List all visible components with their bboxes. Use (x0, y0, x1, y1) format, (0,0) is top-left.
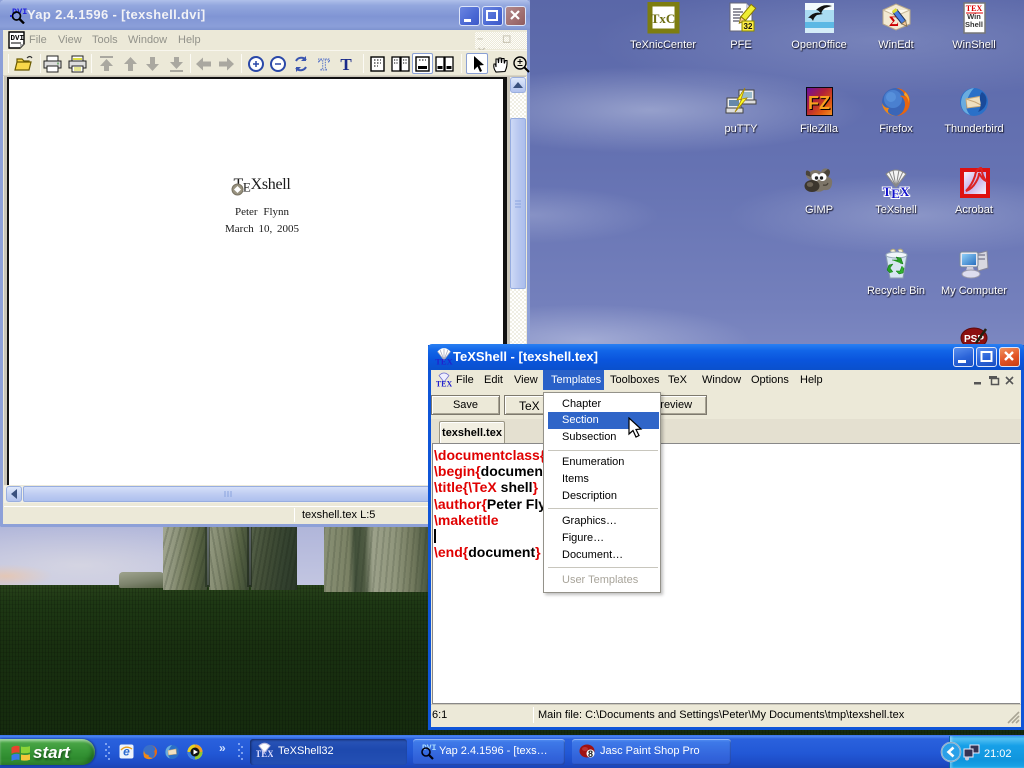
svg-text:FZ: FZ (808, 93, 830, 113)
svg-text:8: 8 (588, 749, 593, 759)
svg-text:32: 32 (743, 22, 752, 31)
svg-text:TEX: TEX (882, 184, 909, 200)
svg-text:TEX: TEX (436, 380, 452, 389)
svg-text:T: T (340, 55, 352, 74)
svg-text:Shell: Shell (965, 20, 983, 29)
svg-text:TEX: TEX (435, 357, 453, 367)
svg-text:T: T (318, 55, 330, 74)
svg-text:TxC: TxC (650, 11, 675, 26)
svg-text:DVI: DVI (11, 35, 25, 43)
svg-text:TEX: TEX (256, 749, 273, 759)
